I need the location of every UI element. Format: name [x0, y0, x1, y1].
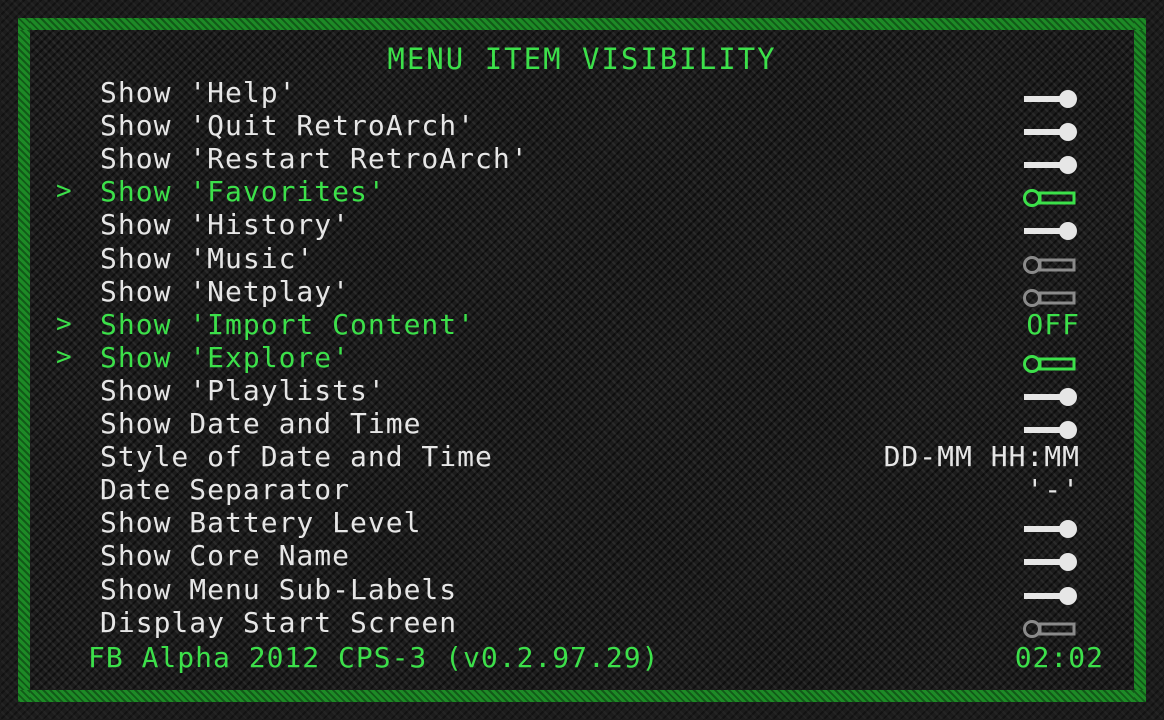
- menu-item-value[interactable]: OFF: [1026, 308, 1080, 341]
- menu-item-label: Date Separator: [100, 473, 351, 506]
- core-name-footer: FB Alpha 2012 CPS-3 (v0.2.97.29): [88, 641, 660, 674]
- menu-item-label: Show 'Playlists': [100, 374, 386, 407]
- toggle-on-icon[interactable]: [1022, 381, 1078, 406]
- menu-item[interactable]: Show Battery Level: [0, 506, 1164, 539]
- menu-item-label: Show 'Explore': [100, 341, 351, 374]
- selection-cursor-icon: >: [56, 342, 73, 372]
- menu-item[interactable]: Show Date and Time: [0, 407, 1164, 440]
- menu-item[interactable]: Show 'Quit RetroArch': [0, 109, 1164, 142]
- menu-item[interactable]: Style of Date and Time DD-MM HH:MM: [0, 440, 1164, 473]
- toggle-off-icon[interactable]: [1022, 249, 1078, 274]
- menu-item-label: Show 'Netplay': [100, 275, 351, 308]
- toggle-on-icon[interactable]: [1022, 546, 1078, 571]
- toggle-off-icon[interactable]: [1022, 348, 1078, 373]
- menu-item[interactable]: Date Separator '-': [0, 473, 1164, 506]
- menu-item-label: Show Battery Level: [100, 506, 422, 539]
- menu-item[interactable]: Show 'Playlists': [0, 374, 1164, 407]
- menu-item[interactable]: Show 'Music': [0, 242, 1164, 275]
- toggle-on-icon[interactable]: [1022, 414, 1078, 439]
- menu-item[interactable]: Show 'Netplay': [0, 275, 1164, 308]
- toggle-on-icon[interactable]: [1022, 580, 1078, 605]
- menu-item[interactable]: Show 'Help': [0, 76, 1164, 109]
- toggle-off-icon[interactable]: [1022, 182, 1078, 207]
- menu-item-label: Show 'Restart RetroArch': [100, 142, 529, 175]
- toggle-on-icon[interactable]: [1022, 83, 1078, 108]
- toggle-on-icon[interactable]: [1022, 215, 1078, 240]
- toggle-on-icon[interactable]: [1022, 149, 1078, 174]
- menu-item-value[interactable]: '-': [1026, 473, 1080, 506]
- menu-item-label: Show 'Import Content': [100, 308, 476, 341]
- menu-item-label: Show 'Music': [100, 242, 315, 275]
- menu-item-label: Show 'Help': [100, 76, 297, 109]
- menu-item-label: Style of Date and Time: [100, 440, 493, 473]
- menu-item-label: Show 'Favorites': [100, 175, 386, 208]
- menu-item-label: Display Start Screen: [100, 606, 458, 639]
- menu-item[interactable]: Show Core Name: [0, 539, 1164, 572]
- toggle-on-icon[interactable]: [1022, 116, 1078, 141]
- menu-item-label: Show Menu Sub-Labels: [100, 573, 458, 606]
- selection-cursor-icon: >: [56, 176, 73, 206]
- toggle-off-icon[interactable]: [1022, 282, 1078, 307]
- menu-item[interactable]: Show 'Restart RetroArch': [0, 142, 1164, 175]
- clock: 02:02: [1014, 641, 1104, 674]
- menu-item[interactable]: > Show 'Import Content' OFF: [0, 308, 1164, 341]
- menu-item-label: Show Core Name: [100, 539, 351, 572]
- menu-item-label: Show 'Quit RetroArch': [100, 109, 476, 142]
- menu-item-label: Show Date and Time: [100, 407, 422, 440]
- menu-item[interactable]: > Show 'Explore': [0, 341, 1164, 374]
- menu-item[interactable]: > Show 'Favorites': [0, 175, 1164, 208]
- menu-item[interactable]: Show 'History': [0, 208, 1164, 241]
- menu-title: MENU ITEM VISIBILITY: [387, 42, 777, 76]
- menu-item-label: Show 'History': [100, 208, 351, 241]
- menu-item[interactable]: Display Start Screen: [0, 606, 1164, 639]
- selection-cursor-icon: >: [56, 309, 73, 339]
- menu-item[interactable]: Show Menu Sub-Labels: [0, 573, 1164, 606]
- menu-item-value[interactable]: DD-MM HH:MM: [884, 440, 1080, 473]
- toggle-off-icon[interactable]: [1022, 613, 1078, 638]
- toggle-on-icon[interactable]: [1022, 513, 1078, 538]
